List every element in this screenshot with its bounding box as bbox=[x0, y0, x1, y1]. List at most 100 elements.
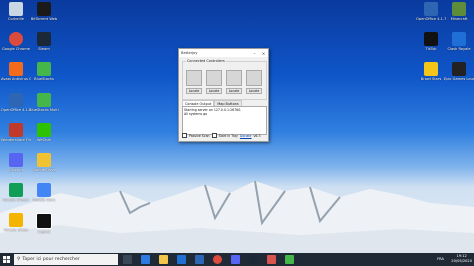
discord-taskbar-icon[interactable] bbox=[231, 255, 240, 264]
icon-label: Google Docs bbox=[32, 198, 56, 202]
desktop-icon-brawl-stars[interactable]: Brawl Stars bbox=[416, 62, 446, 81]
openoffice-installer-icon bbox=[424, 2, 438, 16]
locate-button-1[interactable]: Locate bbox=[186, 88, 202, 94]
controller-slot-4: Locate bbox=[246, 70, 262, 94]
taskbar-search-box[interactable]: ⚲ Taper ici pour rechercher bbox=[14, 254, 118, 265]
language-indicator: FRA bbox=[437, 257, 444, 261]
bluestacks-icon bbox=[37, 62, 51, 76]
desktop: Corbeille BitTorrent Web Google Chrome S… bbox=[0, 0, 474, 253]
tiktok-icon bbox=[424, 32, 438, 46]
discord-icon bbox=[9, 153, 23, 167]
icon-label: Minecraft bbox=[450, 17, 468, 21]
icon-label: TikTok bbox=[425, 47, 437, 51]
chrome-taskbar-icon[interactable] bbox=[213, 255, 222, 264]
desktop-icon-bittorrent[interactable]: BitTorrent Web bbox=[29, 2, 59, 21]
controller-slot-2: Locate bbox=[206, 70, 222, 94]
desktop-icon-clash-royale[interactable]: Clash Royale bbox=[444, 32, 474, 51]
controller-empty-icon bbox=[246, 70, 262, 86]
desktop-icon-tiktok[interactable]: TikTok bbox=[416, 32, 446, 51]
betterjoy-window: Betterjoy – × Connected Controllers Loca… bbox=[178, 48, 269, 142]
icon-label: Avast Antivirus Gratuit bbox=[1, 77, 31, 81]
controller-slot-1: Locate bbox=[186, 70, 202, 94]
icon-label: OpenOffice 4.1.7 (fr) Installation... bbox=[416, 17, 446, 21]
start-in-tray-label: Start in Tray bbox=[218, 133, 238, 138]
bluestacks-taskbar-icon[interactable] bbox=[285, 255, 294, 264]
icon-label: BitTorrent Web bbox=[30, 17, 58, 21]
icon-label: Capcut bbox=[37, 230, 51, 234]
recycle-bin-icon bbox=[9, 2, 23, 16]
mountain-wallpaper bbox=[0, 180, 474, 253]
desktop-icon-google-slides[interactable]: Google Slides bbox=[1, 213, 31, 232]
wechat-icon bbox=[37, 123, 51, 137]
desktop-icon-google-drive[interactable]: Google Drive bbox=[29, 153, 59, 172]
icon-label: BlueStacks bbox=[34, 77, 54, 81]
locate-button-4[interactable]: Locate bbox=[246, 88, 262, 94]
search-placeholder: Taper ici pour rechercher bbox=[22, 257, 80, 262]
windows-start-icon[interactable] bbox=[3, 256, 10, 263]
desktop-icon-bluestacks[interactable]: BlueStacks bbox=[29, 62, 59, 81]
betterjoy-taskbar-icon[interactable] bbox=[267, 255, 276, 264]
desktop-icon-google-sheets[interactable]: Google Sheets bbox=[1, 183, 31, 202]
chrome-icon bbox=[9, 32, 23, 46]
start-in-tray-checkbox[interactable] bbox=[211, 133, 217, 138]
icon-label: Google Drive bbox=[32, 168, 56, 172]
console-line: All systems go bbox=[184, 112, 208, 116]
passive-scan-label: Passive Scan bbox=[189, 133, 210, 138]
donate-link[interactable]: Donate bbox=[240, 134, 252, 138]
desktop-icon-minecraft[interactable]: Minecraft bbox=[444, 2, 474, 21]
desktop-icon-epic-games[interactable]: Epic Games Launcher bbox=[444, 62, 474, 81]
capcut-icon bbox=[36, 213, 52, 229]
desktop-icon-capcut[interactable]: Capcut bbox=[29, 213, 59, 234]
taskbar: ⚲ Taper ici pour rechercher FRA 19:12 20… bbox=[0, 253, 474, 266]
minecraft-icon bbox=[452, 2, 466, 16]
icon-label: Google Chrome bbox=[2, 47, 30, 51]
desktop-icon-steam[interactable]: Steam bbox=[29, 32, 59, 51]
desktop-icon-google-docs[interactable]: Google Docs bbox=[29, 183, 59, 202]
google-slides-icon bbox=[9, 213, 23, 227]
desktop-icon-bluestacks-multi[interactable]: BlueStacks Multi-Instanc... bbox=[29, 93, 59, 112]
controller-empty-icon bbox=[186, 70, 202, 86]
controller-empty-icon bbox=[226, 70, 242, 86]
window-footer: Passive Scan Start in Tray Donate v6.3 bbox=[182, 133, 260, 138]
desktop-icon-openoffice[interactable]: OpenOffice 4.1.7 bbox=[1, 93, 31, 112]
google-docs-icon bbox=[37, 183, 51, 197]
connected-controllers-group: Connected Controllers Locate Locate Loca… bbox=[182, 59, 267, 100]
desktop-icon-chrome[interactable]: Google Chrome bbox=[1, 32, 31, 51]
file-explorer-icon[interactable] bbox=[159, 255, 168, 264]
mail-icon[interactable] bbox=[195, 255, 204, 264]
desktop-icon-discord[interactable]: Discord bbox=[1, 153, 31, 172]
icon-label: Clash Royale bbox=[447, 47, 471, 51]
locate-button-3[interactable]: Locate bbox=[226, 88, 242, 94]
filmora-icon bbox=[9, 123, 23, 137]
window-titlebar: Betterjoy – × bbox=[179, 49, 268, 57]
passive-scan-checkbox[interactable] bbox=[182, 133, 187, 138]
desktop-icon-openoffice-installer[interactable]: OpenOffice 4.1.7 (fr) Installation... bbox=[416, 2, 446, 21]
icon-label: Google Sheets bbox=[2, 198, 30, 202]
console-output[interactable]: Starting server on 127.0.0.1:26760. All … bbox=[182, 106, 267, 135]
clash-royale-icon bbox=[452, 32, 466, 46]
edge-icon[interactable] bbox=[141, 255, 150, 264]
store-icon[interactable] bbox=[177, 255, 186, 264]
desktop-icon-avast[interactable]: Avast Antivirus Gratuit bbox=[1, 62, 31, 81]
icon-label: Wondershare Filmora9 bbox=[1, 138, 31, 142]
icon-label: OpenOffice 4.1.7 bbox=[1, 108, 31, 112]
system-tray[interactable]: FRA 19:12 20/05/2020 bbox=[437, 254, 472, 264]
close-button[interactable]: × bbox=[259, 51, 268, 56]
epic-games-icon bbox=[452, 62, 466, 76]
icon-label: Corbeille bbox=[8, 17, 24, 21]
desktop-icon-filmora[interactable]: Wondershare Filmora9 bbox=[1, 123, 31, 142]
bittorrent-icon bbox=[37, 2, 51, 16]
clock-date: 20/05/2020 bbox=[451, 259, 472, 263]
minimize-button[interactable]: – bbox=[250, 51, 259, 56]
locate-button-2[interactable]: Locate bbox=[206, 88, 222, 94]
desktop-icon-wechat[interactable]: WeChat bbox=[29, 123, 59, 142]
group-caption: Connected Controllers bbox=[186, 59, 226, 63]
task-view-icon[interactable] bbox=[123, 255, 132, 264]
desktop-icon-recycle-bin[interactable]: Corbeille bbox=[1, 2, 31, 21]
icon-label: Discord bbox=[9, 168, 23, 172]
steam-taskbar-icon[interactable] bbox=[249, 255, 258, 264]
version-label: v6.3 bbox=[253, 133, 261, 138]
google-drive-icon bbox=[37, 153, 51, 167]
icon-label: WeChat bbox=[37, 138, 51, 142]
bluestacks-multi-icon bbox=[37, 93, 51, 107]
